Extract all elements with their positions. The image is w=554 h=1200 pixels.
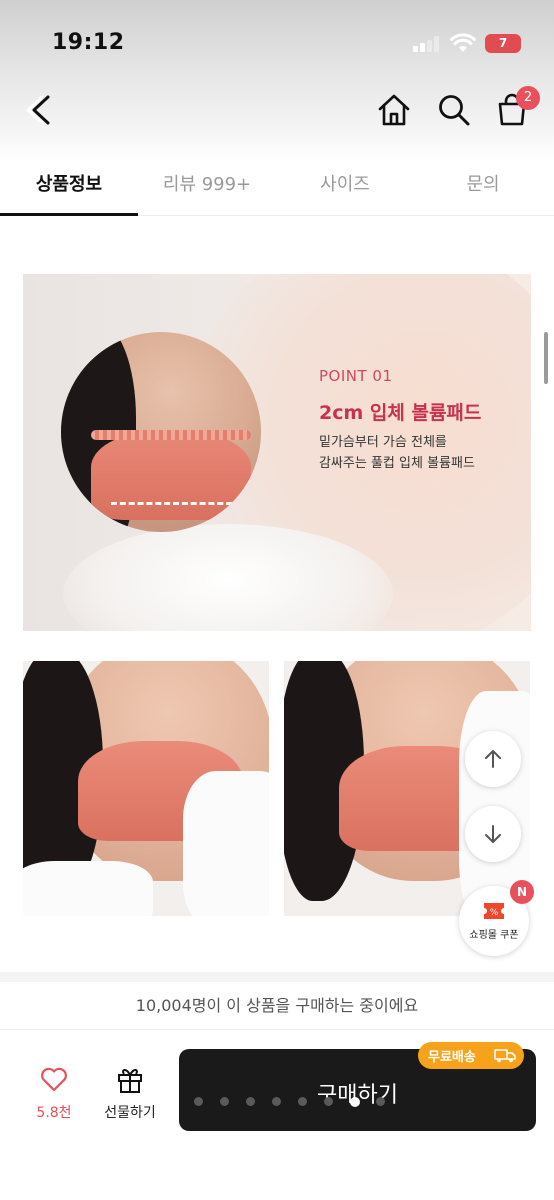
battery-icon: 7	[485, 34, 521, 53]
free-shipping-label: 무료배송	[428, 1050, 476, 1065]
point-desc-line1: 밑가슴부터 가슴 전체를	[319, 435, 447, 450]
home-icon[interactable]	[376, 92, 412, 128]
coupon-icon: %	[484, 903, 504, 919]
arrow-up-icon	[485, 750, 501, 768]
scrollbar[interactable]	[544, 332, 548, 384]
scroll-down-button[interactable]	[465, 806, 521, 862]
buyers-count-text: 10,004명이 이 상품을 구매하는 중이에요	[0, 982, 554, 1030]
product-tabs: 상품정보 리뷰 999+ 사이즈 문의	[0, 152, 554, 216]
coupon-new-badge: N	[510, 880, 534, 904]
status-time: 19:12	[52, 30, 125, 55]
free-shipping-badge: 무료배송	[418, 1042, 524, 1069]
battery-level: 7	[498, 36, 508, 50]
gift-icon	[118, 1069, 142, 1093]
signal-icon	[413, 36, 441, 52]
tab-reviews[interactable]: 리뷰 999+	[138, 170, 276, 196]
product-photo-2	[284, 661, 530, 916]
active-tab-indicator	[0, 213, 138, 216]
back-icon[interactable]	[24, 93, 58, 127]
search-icon[interactable]	[436, 92, 472, 128]
like-count: 5.8천	[36, 1105, 72, 1121]
product-photo-1	[23, 661, 269, 916]
section-divider	[0, 972, 554, 982]
cart-count-badge: 2	[516, 86, 540, 110]
coupon-label: 쇼핑몰 쿠폰	[469, 930, 519, 941]
tab-inquiry[interactable]: 문의	[414, 170, 552, 196]
point-description: 밑가슴부터 가슴 전체를 감싸주는 풀컵 입체 볼륨패드	[319, 432, 519, 474]
wifi-icon	[450, 33, 476, 52]
point-desc-line2: 감싸주는 풀컵 입체 볼륨패드	[319, 456, 475, 471]
tab-size[interactable]: 사이즈	[276, 170, 414, 196]
gift-label: 선물하기	[104, 1105, 156, 1121]
point-title: 2cm 입체 볼륨패드	[319, 402, 482, 424]
arrow-down-icon	[485, 825, 501, 843]
top-nav-bar	[0, 80, 554, 140]
product-detail-image: POINT 01 2cm 입체 볼륨패드 밑가슴부터 가슴 전체를 감싸주는 풀…	[23, 274, 531, 631]
status-bar: 19:12 7	[0, 0, 554, 80]
hero-zoom-circle	[61, 332, 261, 532]
point-label: POINT 01	[319, 367, 393, 385]
tab-product-info[interactable]: 상품정보	[0, 170, 138, 196]
svg-text:%: %	[490, 908, 499, 918]
heart-icon	[41, 1067, 67, 1092]
scroll-up-button[interactable]	[465, 731, 521, 787]
image-pager-dots	[194, 1097, 394, 1109]
truck-icon	[494, 1049, 516, 1063]
